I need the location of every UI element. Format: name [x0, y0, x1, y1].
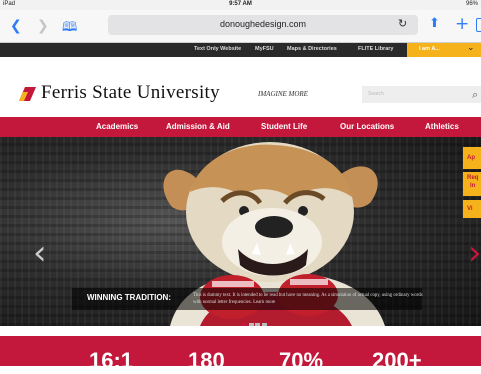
nav-item-locations[interactable]: Our Locations: [340, 122, 394, 131]
nav-item-admission[interactable]: Admission & Aid: [166, 122, 230, 131]
reload-icon[interactable]: ↻: [398, 17, 407, 30]
stat-value: 200+: [372, 348, 422, 373]
url-text: donoughedesign.com: [219, 19, 307, 29]
share-icon[interactable]: ⬆: [429, 16, 440, 31]
nav-item-student-life[interactable]: Student Life: [261, 122, 307, 131]
main-nav: Academics Admission & Aid Student Life O…: [0, 117, 481, 137]
side-button-apply[interactable]: Ap: [463, 147, 481, 169]
carousel-next-arrow-icon[interactable]: ›: [468, 233, 481, 273]
nav-item-academics[interactable]: Academics: [96, 122, 138, 131]
ferris-logo-icon[interactable]: [19, 87, 36, 101]
side-button-visit[interactable]: Vi: [463, 200, 481, 218]
carousel-prev-arrow-icon[interactable]: ‹: [33, 233, 47, 273]
forward-chevron-icon[interactable]: ❯: [37, 18, 49, 34]
hero-caption: WINNING TRADITION: This is dummy text. I…: [72, 288, 423, 310]
carousel-dots: [242, 315, 268, 326]
side-button-label: Req: [467, 175, 479, 181]
i-am-label: I am A...: [419, 46, 440, 52]
address-bar[interactable]: donoughedesign.com ↻: [108, 15, 418, 35]
logo-text[interactable]: Ferris State University: [41, 82, 220, 104]
tabs-icon[interactable]: [476, 18, 481, 32]
battery-level: 96%: [465, 1, 478, 7]
carousel-dot[interactable]: [242, 323, 247, 326]
side-button-label: Vi: [467, 206, 473, 212]
chevron-down-icon: ⌄: [467, 43, 475, 53]
status-bar: iPad 9:57 AM 96%: [0, 0, 481, 10]
tagline: IMAGINE MORE: [258, 90, 308, 98]
carousel-dot[interactable]: [261, 323, 267, 326]
search-placeholder: Search: [368, 91, 384, 97]
nav-item-athletics[interactable]: Athletics: [425, 122, 459, 131]
caption-body: This is dummy text. It is intended to be…: [193, 293, 423, 305]
side-button-label: Ap: [467, 155, 475, 161]
stat-value: 180: [188, 348, 225, 373]
plus-icon[interactable]: +: [455, 14, 469, 34]
search-icon[interactable]: ⌕: [472, 88, 478, 102]
utility-link[interactable]: MyFSU: [255, 46, 274, 52]
carousel-dot[interactable]: [248, 323, 254, 326]
back-chevron-icon[interactable]: ❮: [10, 18, 22, 34]
clock: 9:57 AM: [229, 1, 252, 7]
hero-carousel: ‹ › WINNING TRADITION: This is dummy tex…: [0, 137, 481, 326]
carousel-dot[interactable]: [255, 323, 260, 326]
stat-value: 16:1: [89, 348, 134, 373]
search-input[interactable]: Search ⌕: [362, 86, 481, 103]
utility-link[interactable]: Maps & Directories: [287, 46, 337, 52]
site-header: Ferris State University IMAGINE MORE Sea…: [0, 57, 481, 117]
utility-nav: Text Only Website MyFSU Maps & Directori…: [0, 43, 481, 57]
browser-toolbar: ❮ ❯ 🕮 donoughedesign.com ↻ ⬆ +: [0, 10, 481, 43]
utility-link[interactable]: FLITE Library: [358, 46, 393, 52]
side-button-request-info[interactable]: Req In: [463, 172, 481, 196]
stat-value: 70%: [279, 348, 324, 373]
i-am-dropdown[interactable]: I am A... ⌄: [407, 43, 481, 57]
stats-band: 16:1 180 70% 200+: [0, 336, 481, 373]
book-icon[interactable]: 🕮: [62, 18, 77, 40]
utility-link[interactable]: Text Only Website: [194, 46, 241, 52]
side-button-label: In: [470, 183, 476, 189]
caption-title: WINNING TRADITION:: [87, 293, 171, 302]
